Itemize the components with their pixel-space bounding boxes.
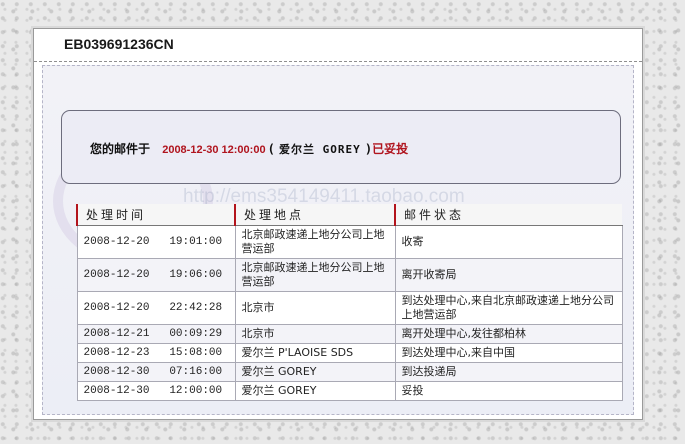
row-time: 2008-12-20 19:01:00 [76, 225, 236, 259]
row-time: 2008-12-23 15:08:00 [76, 343, 236, 363]
tracking-panel: EB039691236CN http://ems354149411.taobao… [33, 28, 643, 420]
table-row: 2008-12-30 12:00:00 爱尔兰 GOREY 妥投 [76, 381, 623, 401]
row-status: 妥投 [394, 381, 623, 401]
row-place: 爱尔兰 P'LAOISE SDS [234, 343, 396, 363]
row-place: 北京市 [234, 291, 396, 325]
row-status: 离开处理中心,发往都柏林 [394, 324, 623, 344]
table-header-row: 处理时间 处理地点 邮件状态 [76, 204, 622, 226]
status-location: 爱尔兰 GOREY [278, 143, 361, 156]
row-place: 北京邮政速递上地分公司上地营运部 [234, 225, 396, 259]
tracking-table: 处理时间 处理地点 邮件状态 2008-12-20 19:01:00 北京邮政速… [76, 204, 623, 401]
row-time: 2008-12-20 19:06:00 [76, 258, 236, 292]
table-row: 2008-12-30 07:16:00 爱尔兰 GOREY 到达投递局 [76, 362, 623, 382]
status-datetime: 2008-12-30 12:00:00 [162, 144, 266, 156]
panel-body: http://ems354149411.taobao.com 微信 专业 139… [42, 65, 634, 415]
table-row: 2008-12-20 22:42:28 北京市 到达处理中心,来自北京邮政速递上… [76, 291, 623, 325]
row-status: 到达处理中心,来自北京邮政速递上地分公司上地营运部 [394, 291, 623, 325]
row-time: 2008-12-30 12:00:00 [76, 381, 236, 401]
header-place: 处理地点 [234, 204, 395, 226]
delivery-status-line: 您的邮件于 2008-12-30 12:00:00( 爱尔兰 GOREY )已妥… [90, 140, 408, 157]
table-row: 2008-12-20 19:06:00 北京邮政速递上地分公司上地营运部 离开收… [76, 258, 623, 292]
table-row: 2008-12-23 15:08:00 爱尔兰 P'LAOISE SDS 到达处… [76, 343, 623, 363]
table-row: 2008-12-20 19:01:00 北京邮政速递上地分公司上地营运部 收寄 [76, 225, 623, 259]
row-place: 爱尔兰 GOREY [234, 381, 396, 401]
row-status: 到达处理中心,来自中国 [394, 343, 623, 363]
status-prefix: 您的邮件于 [90, 142, 151, 156]
row-time: 2008-12-20 22:42:28 [76, 291, 236, 325]
row-time: 2008-12-21 00:09:29 [76, 324, 236, 344]
row-status: 离开收寄局 [394, 258, 623, 292]
row-status: 收寄 [394, 225, 623, 259]
header-status: 邮件状态 [394, 204, 622, 226]
row-place: 北京邮政速递上地分公司上地营运部 [234, 258, 396, 292]
row-time: 2008-12-30 07:16:00 [76, 362, 236, 382]
status-state: 已妥投 [372, 142, 409, 156]
table-row: 2008-12-21 00:09:29 北京市 离开处理中心,发往都柏林 [76, 324, 623, 344]
panel-header: EB039691236CN [34, 29, 642, 62]
status-open-paren: ( [267, 142, 275, 156]
delivery-status-box: 您的邮件于 2008-12-30 12:00:00( 爱尔兰 GOREY )已妥… [61, 110, 621, 184]
row-place: 爱尔兰 GOREY [234, 362, 396, 382]
row-status: 到达投递局 [394, 362, 623, 382]
tracking-number: EB039691236CN [64, 36, 174, 52]
row-place: 北京市 [234, 324, 396, 344]
header-time: 处理时间 [76, 204, 235, 226]
